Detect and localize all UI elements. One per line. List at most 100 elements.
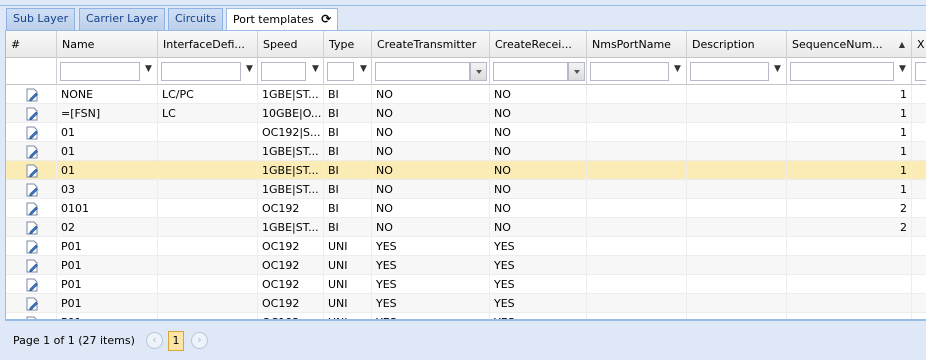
x-filter-input[interactable] <box>915 62 926 81</box>
table-row[interactable]: P01OC192UNIYESYES <box>6 256 926 275</box>
table-row[interactable]: P01OC192UNIYESYES <box>6 275 926 294</box>
cell-nms <box>587 218 687 237</box>
cell-nms <box>587 294 687 313</box>
cell-actions <box>6 237 57 256</box>
cell-actions <box>6 142 57 161</box>
edit-document-icon[interactable] <box>26 126 38 140</box>
column-header-description[interactable]: Description <box>687 31 787 58</box>
column-header-speed[interactable]: Speed <box>258 31 324 58</box>
cell-type: BI <box>324 218 372 237</box>
table-row[interactable]: 02 1GBE|ST... BI NO NO 2 <box>6 218 926 237</box>
sequence-number-filter-input[interactable] <box>790 62 894 81</box>
funnel-icon[interactable]: ▼ <box>246 64 253 74</box>
edit-document-icon[interactable] <box>26 145 38 159</box>
cell-desc <box>687 275 787 294</box>
cell-seq <box>787 313 912 319</box>
table-row[interactable]: 01 OC192|S... BI NO NO 1 <box>6 123 926 142</box>
current-page-button[interactable]: 1 <box>168 331 184 351</box>
tab-carrier-layer[interactable]: Carrier Layer <box>79 8 165 30</box>
cell-interface <box>158 218 258 237</box>
table-row[interactable]: 03 1GBE|ST... BI NO NO 1 <box>6 180 926 199</box>
filter-cell-index <box>6 58 57 85</box>
cell-interface: LC <box>158 104 258 123</box>
cell-x <box>912 313 926 319</box>
funnel-icon[interactable]: ▼ <box>674 64 681 74</box>
cell-actions <box>6 161 57 180</box>
cell-seq: 2 <box>787 218 912 237</box>
table-row[interactable]: 01 1GBE|ST... BI NO NO 1 <box>6 161 926 180</box>
column-label: CreateRecei... <box>495 38 572 51</box>
column-label: Description <box>692 38 755 51</box>
edit-document-icon[interactable] <box>26 107 38 121</box>
cell-createtx: YES <box>372 294 490 313</box>
chevron-right-icon[interactable]: › <box>191 332 208 349</box>
funnel-icon[interactable]: ▼ <box>774 64 781 74</box>
column-header-create-transmitter[interactable]: CreateTransmitter <box>372 31 490 58</box>
table-row[interactable]: P01OC192UNIYESYES <box>6 313 926 319</box>
column-header-index[interactable]: # <box>6 31 57 58</box>
cell-actions <box>6 275 57 294</box>
edit-document-icon[interactable] <box>26 297 38 311</box>
cell-createrx: NO <box>490 161 587 180</box>
tab-port-templates[interactable]: Port templates ⟳ <box>226 8 339 31</box>
column-header-name[interactable]: Name <box>57 31 158 58</box>
refresh-icon[interactable]: ⟳ <box>321 9 331 29</box>
cell-type: BI <box>324 142 372 161</box>
funnel-icon[interactable]: ▼ <box>899 64 906 74</box>
table-row[interactable]: 01 1GBE|ST... BI NO NO 1 <box>6 142 926 161</box>
cell-speed: OC192 <box>258 294 324 313</box>
table-row[interactable]: =[FSN] LC 10GBE|O... BI NO NO 1 <box>6 104 926 123</box>
cell-createtx: NO <box>372 85 490 104</box>
column-label: Speed <box>263 38 298 51</box>
nms-port-name-filter-input[interactable] <box>590 62 669 81</box>
edit-document-icon[interactable] <box>26 240 38 254</box>
speed-filter-input[interactable] <box>261 62 306 81</box>
description-filter-input[interactable] <box>690 62 769 81</box>
cell-actions <box>6 123 57 142</box>
type-filter-input[interactable] <box>327 62 354 81</box>
tab-circuits[interactable]: Circuits <box>168 8 224 30</box>
table-row[interactable]: NONE LC/PC 1GBE|ST... BI NO NO 1 <box>6 85 926 104</box>
cell-createrx: NO <box>490 180 587 199</box>
cell-createrx: NO <box>490 218 587 237</box>
cell-x <box>912 218 926 237</box>
funnel-icon[interactable]: ▼ <box>360 64 367 74</box>
edit-document-icon[interactable] <box>26 202 38 216</box>
name-filter-input[interactable] <box>60 62 140 81</box>
cell-interface <box>158 180 258 199</box>
table-row[interactable]: P01OC192UNIYESYES <box>6 294 926 313</box>
column-header-x[interactable]: X <box>912 31 926 58</box>
cell-createtx: NO <box>372 180 490 199</box>
chevron-left-icon[interactable]: ‹ <box>146 332 163 349</box>
column-header-nms-port-name[interactable]: NmsPortName <box>587 31 687 58</box>
cell-nms <box>587 104 687 123</box>
column-header-interface[interactable]: InterfaceDefi... <box>158 31 258 58</box>
cell-x <box>912 161 926 180</box>
table-row[interactable]: 0101 OC192 BI NO NO 2 <box>6 199 926 218</box>
funnel-icon[interactable]: ▼ <box>145 64 152 74</box>
column-header-sequence-number[interactable]: SequenceNum... ▲ <box>787 31 912 58</box>
cell-name: 01 <box>57 142 158 161</box>
column-label: # <box>11 38 21 51</box>
edit-document-icon[interactable] <box>26 259 38 273</box>
create-transmitter-filter-select[interactable] <box>375 62 470 81</box>
cell-name: 03 <box>57 180 158 199</box>
cell-createtx: NO <box>372 161 490 180</box>
edit-document-icon[interactable] <box>26 221 38 235</box>
edit-document-icon[interactable] <box>26 164 38 178</box>
edit-document-icon[interactable] <box>26 88 38 102</box>
interface-filter-input[interactable] <box>161 62 241 81</box>
tab-sub-layer[interactable]: Sub Layer <box>6 8 76 30</box>
funnel-icon[interactable]: ▼ <box>312 64 319 74</box>
column-header-type[interactable]: Type <box>324 31 372 58</box>
create-receiver-filter-select[interactable] <box>493 62 568 81</box>
cell-seq: 1 <box>787 104 912 123</box>
cell-desc <box>687 104 787 123</box>
table-row[interactable]: P01OC192UNIYESYES <box>6 237 926 256</box>
chevron-down-icon[interactable] <box>568 62 585 81</box>
edit-document-icon[interactable] <box>26 278 38 292</box>
cell-nms <box>587 313 687 319</box>
edit-document-icon[interactable] <box>26 183 38 197</box>
column-header-create-receiver[interactable]: CreateRecei... <box>490 31 587 58</box>
chevron-down-icon[interactable] <box>470 62 487 81</box>
